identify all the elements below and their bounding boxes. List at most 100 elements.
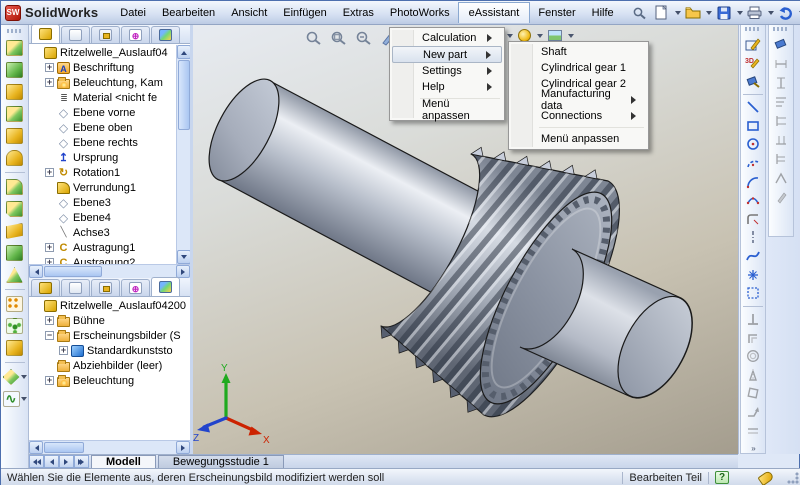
extend-entities-icon[interactable]: [744, 404, 762, 420]
smart-dimension-icon[interactable]: [744, 74, 762, 90]
menu-ansicht[interactable]: Ansicht: [223, 3, 275, 23]
centerline-icon[interactable]: [744, 230, 762, 246]
horizontal-dimension-icon[interactable]: [772, 56, 790, 72]
save-icon[interactable]: [714, 4, 734, 22]
offset-entities-icon[interactable]: [744, 348, 762, 364]
tree-item[interactable]: Material <nicht fe: [29, 90, 176, 105]
expand-icon[interactable]: +: [45, 316, 54, 325]
scroll-thumb[interactable]: [178, 60, 190, 130]
tab-dimxpert-manager[interactable]: ⊕: [121, 279, 150, 296]
menu-item-calculation[interactable]: Calculation: [392, 30, 502, 46]
help-badge[interactable]: ?: [715, 471, 729, 484]
swept-boss-icon[interactable]: [6, 106, 23, 122]
tab-bewegungsstudie[interactable]: Bewegungsstudie 1: [158, 455, 284, 468]
fillet-icon[interactable]: [6, 179, 23, 195]
menu-item-customize[interactable]: Menü anpassen: [511, 131, 646, 147]
feature-tree-vscrollbar[interactable]: [176, 45, 190, 264]
expand-icon[interactable]: +: [59, 346, 68, 355]
dome-icon[interactable]: [6, 150, 23, 166]
vertical-ordinate-icon[interactable]: [772, 151, 790, 167]
scroll-right-button[interactable]: [176, 441, 190, 454]
expand-icon[interactable]: +: [45, 63, 54, 72]
perpendicular-icon[interactable]: [744, 311, 762, 327]
open-caret-icon[interactable]: [706, 11, 712, 15]
tree-item[interactable]: +Beleuchtung: [29, 373, 190, 388]
tree-item[interactable]: −Erscheinungsbilder (S: [29, 328, 190, 343]
three-point-arc-icon[interactable]: [744, 192, 762, 208]
resize-grip[interactable]: [787, 472, 799, 484]
tree-item[interactable]: +CAustragung2: [29, 255, 176, 264]
ordinate-dimension-icon[interactable]: [772, 113, 790, 129]
toolbar-grip[interactable]: [745, 27, 761, 31]
tree-root[interactable]: Ritzelwelle_Auslauf04: [29, 45, 176, 60]
tab-configuration-manager[interactable]: [91, 26, 120, 43]
revolved-boss-icon[interactable]: [6, 84, 23, 100]
print-caret-icon[interactable]: [768, 11, 774, 15]
sketch-fillet-icon[interactable]: [744, 211, 762, 227]
reference-geometry-caret-icon[interactable]: [21, 375, 27, 379]
menu-einfuegen[interactable]: Einfügen: [275, 3, 334, 23]
extruded-cut-icon[interactable]: [6, 62, 23, 78]
menu-item-new-part[interactable]: New part: [392, 46, 502, 63]
tree-item[interactable]: ◇Ebene3: [29, 195, 176, 210]
draft-icon[interactable]: [6, 223, 23, 239]
tab-property-manager[interactable]: [61, 279, 90, 296]
toolbar-grip[interactable]: [773, 27, 789, 31]
tab-property-manager[interactable]: [61, 26, 90, 43]
menu-item-cylindrical-gear-1[interactable]: Cylindrical gear 1: [511, 60, 646, 76]
shell-icon[interactable]: [6, 245, 23, 261]
menu-datei[interactable]: Datei: [112, 3, 154, 23]
tab-dimxpert-manager[interactable]: ⊕: [121, 26, 150, 43]
smart-dimension-icon[interactable]: [772, 37, 790, 53]
scroll-thumb[interactable]: [44, 266, 102, 277]
menu-item-manufacturing-data[interactable]: Manufacturing data: [511, 92, 646, 108]
point-icon[interactable]: [744, 267, 762, 283]
menu-item-customize[interactable]: Menü anpassen: [392, 102, 502, 118]
scroll-left-button[interactable]: [29, 265, 43, 278]
tab-scroll-next-button[interactable]: [59, 455, 74, 468]
menu-extras[interactable]: Extras: [335, 3, 382, 23]
tree-item[interactable]: ◇Ebene4: [29, 210, 176, 225]
tab-scroll-last-button[interactable]: [74, 455, 89, 468]
tab-display-manager[interactable]: [151, 26, 180, 43]
menu-eassistant[interactable]: eAssistant: [458, 2, 531, 23]
zoom-in-out-icon[interactable]: [353, 28, 374, 47]
collapse-icon[interactable]: −: [45, 331, 54, 340]
tab-feature-manager[interactable]: [31, 279, 60, 296]
tree-item[interactable]: +Beleuchtung, Kam: [29, 75, 176, 90]
zoom-area-icon[interactable]: [328, 28, 349, 47]
extruded-boss-icon[interactable]: [6, 40, 23, 56]
tree-item[interactable]: ╲Achse3: [29, 225, 176, 240]
undo-icon[interactable]: [776, 4, 796, 22]
tab-display-manager[interactable]: [151, 277, 180, 296]
spline-icon[interactable]: [744, 248, 762, 264]
tree-root[interactable]: Ritzelwelle_Auslauf04200: [29, 298, 190, 313]
reference-geometry-icon[interactable]: [3, 369, 20, 385]
feature-tree-hscrollbar[interactable]: [29, 264, 190, 278]
line-icon[interactable]: [744, 99, 762, 115]
tree-item[interactable]: +↻Rotation1: [29, 165, 176, 180]
scroll-up-button[interactable]: [177, 45, 190, 59]
curves-caret-icon[interactable]: [21, 397, 27, 401]
linear-sketch-pattern-icon[interactable]: [744, 423, 762, 439]
expand-icon[interactable]: +: [45, 243, 54, 252]
scroll-right-button[interactable]: [176, 265, 190, 278]
menu-item-connections[interactable]: Connections: [511, 108, 646, 124]
tab-feature-manager[interactable]: [31, 24, 60, 43]
tree-item[interactable]: ↥Ursprung: [29, 150, 176, 165]
scroll-thumb[interactable]: [44, 442, 84, 453]
tree-item[interactable]: Abziehbilder (leer): [29, 358, 190, 373]
tangent-arc-icon[interactable]: [744, 174, 762, 190]
zoom-fit-icon[interactable]: [303, 28, 324, 47]
chamfer-icon[interactable]: [6, 201, 23, 217]
menu-item-settings[interactable]: Settings: [392, 63, 502, 79]
mirror-icon[interactable]: [6, 340, 23, 356]
linear-pattern-icon[interactable]: [6, 296, 23, 312]
display-tree-hscrollbar[interactable]: [29, 440, 190, 454]
expand-icon[interactable]: +: [45, 376, 54, 385]
render-lamp-caret-icon[interactable]: [537, 34, 543, 38]
render-image-caret-icon[interactable]: [568, 34, 574, 38]
menu-item-help[interactable]: Help: [392, 79, 502, 95]
tree-item[interactable]: +CAustragung1: [29, 240, 176, 255]
lofted-boss-icon[interactable]: [6, 128, 23, 144]
